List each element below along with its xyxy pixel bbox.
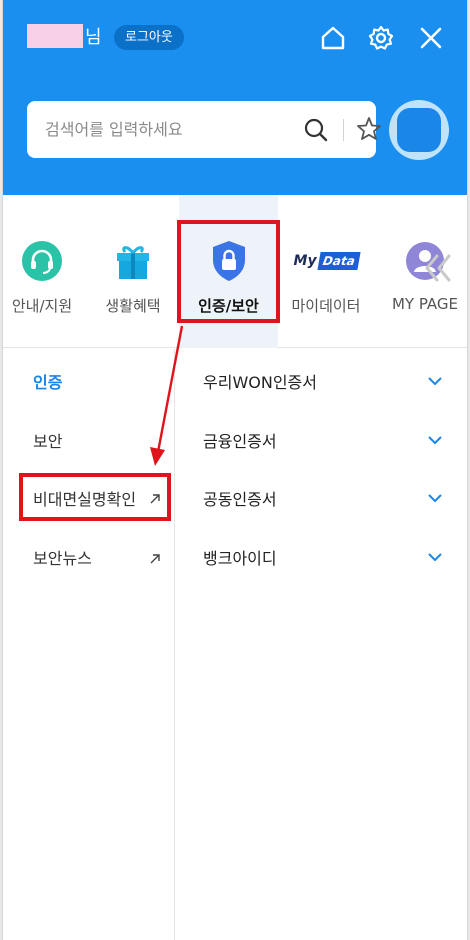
chevron-down-icon [428, 377, 442, 386]
nav-item-security-news[interactable]: 보안뉴스 [33, 545, 92, 569]
cert-item[interactable]: 우리WON인증서 [203, 369, 453, 399]
headset-icon [20, 241, 64, 281]
menu-panel: 님 로그아웃 검색어를 입력하세요 안내/지원 생활혜택 인증/보안 My Da… [2, 0, 468, 940]
nav-item-security[interactable]: 보안 [33, 428, 62, 452]
search-icon[interactable] [303, 117, 329, 143]
logout-button[interactable]: 로그아웃 [114, 25, 184, 50]
mydata-icon-my: My [293, 253, 317, 269]
settings-icon[interactable] [365, 22, 397, 54]
quick-item-label: 마이데이터 [291, 297, 361, 315]
highlight-box-remote-id-check [19, 473, 171, 521]
chevron-down-icon [428, 494, 442, 503]
quick-item-label: MY PAGE [391, 295, 459, 313]
quick-item-support[interactable]: 안내/지원 [3, 195, 87, 348]
user-name-redacted [27, 24, 83, 48]
external-link-icon [150, 554, 160, 564]
quick-item-label: 생활혜택 [105, 297, 161, 315]
cert-item-label: 금융인증서 [203, 432, 277, 451]
search-box [27, 101, 381, 158]
cert-item[interactable]: 뱅크아이디 [203, 545, 453, 575]
avatar-button[interactable] [389, 100, 449, 160]
cert-item-label: 공동인증서 [203, 490, 277, 509]
chevron-down-icon [428, 553, 442, 562]
search-divider [343, 119, 344, 141]
quick-item-benefits[interactable]: 생활혜택 [93, 195, 173, 348]
header: 님 로그아웃 [3, 0, 467, 195]
search-input[interactable] [45, 101, 270, 158]
left-nav: 인증 보안 비대면실명확인 보안뉴스 [3, 349, 175, 940]
quick-item-mydata[interactable]: My Data 마이데이터 [282, 195, 370, 348]
cert-item[interactable]: 공동인증서 [203, 486, 453, 516]
cert-item[interactable]: 금융인증서 [203, 428, 453, 458]
chevron-down-icon [428, 436, 442, 445]
quick-item-label: 안내/지원 [11, 297, 73, 315]
gift-icon [111, 241, 155, 281]
mydata-icon: My Data [293, 241, 361, 281]
star-icon[interactable] [355, 115, 383, 143]
close-icon[interactable] [415, 22, 447, 54]
mydata-icon-data: Data [316, 252, 361, 270]
nav-item-auth[interactable]: 인증 [33, 369, 62, 393]
user-suffix: 님 [85, 27, 102, 48]
scroll-left-icon[interactable] [423, 248, 453, 288]
cert-item-label: 뱅크아이디 [203, 549, 277, 568]
home-icon[interactable] [317, 22, 349, 54]
cert-item-label: 우리WON인증서 [203, 373, 317, 392]
avatar-icon [397, 108, 441, 152]
highlight-box-auth-security [177, 220, 280, 323]
